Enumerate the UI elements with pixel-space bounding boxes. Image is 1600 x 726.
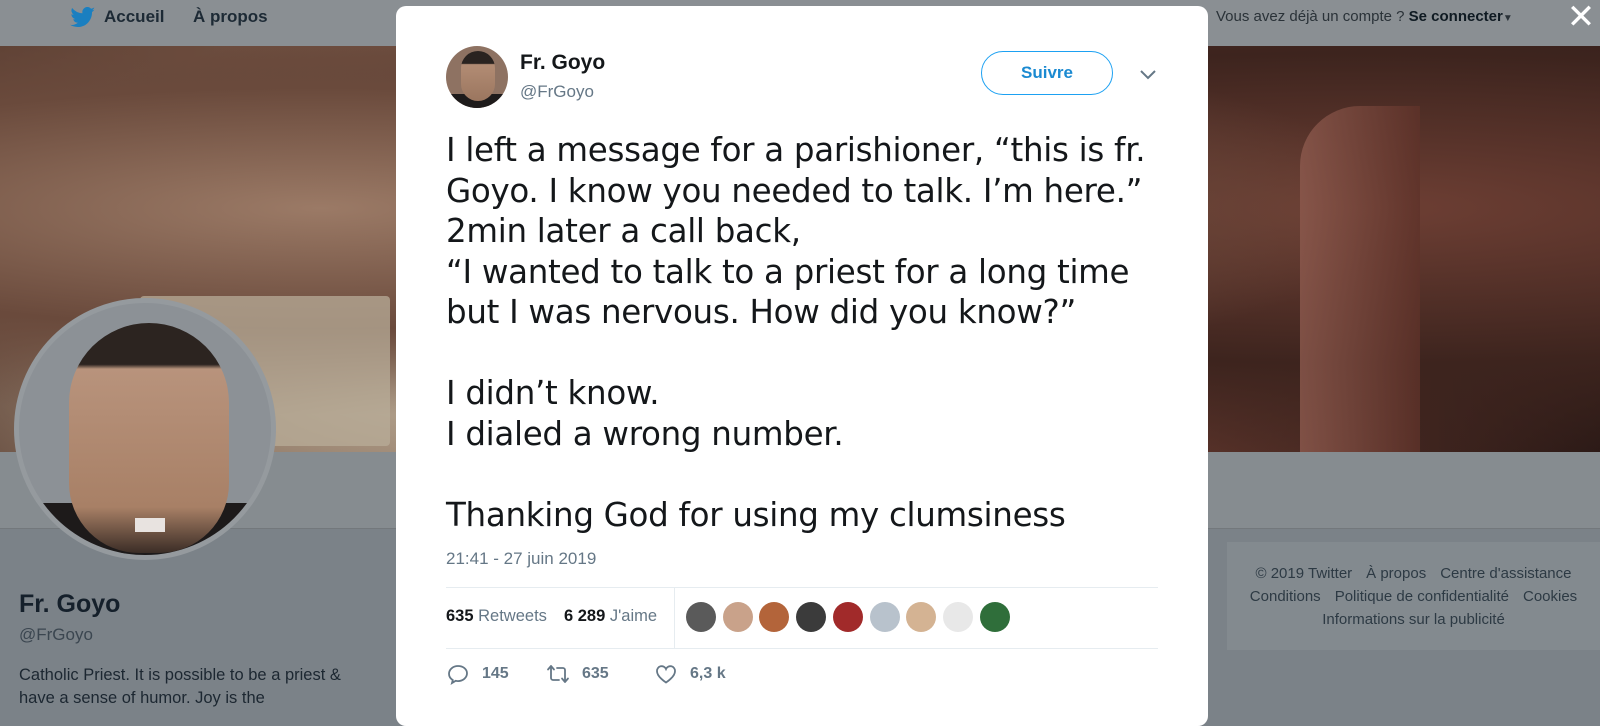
- liker-avatar[interactable]: [906, 602, 937, 632]
- reply-button[interactable]: 145: [446, 662, 509, 686]
- profile-handle: @FrGoyo: [19, 625, 93, 644]
- reply-icon: [448, 665, 468, 685]
- liker-avatar[interactable]: [722, 602, 753, 632]
- tweet-text: I left a message for a parishioner, “thi…: [446, 131, 1146, 534]
- login-prompt: Vous avez déjà un compte ? Se connecter▼: [1216, 8, 1513, 25]
- retweet-count: 635: [582, 665, 609, 682]
- nav-about-link[interactable]: À propos: [193, 0, 268, 34]
- footer-link-ads-info[interactable]: Informations sur la publicité: [1322, 611, 1505, 628]
- tweet-author-handle[interactable]: @FrGoyo: [520, 82, 594, 102]
- footer-links: © 2019 Twitter À propos Centre d'assistanc…: [1227, 562, 1600, 631]
- tweet-author-avatar[interactable]: [446, 46, 508, 108]
- liker-avatar[interactable]: [796, 602, 827, 632]
- follow-button[interactable]: Suivre: [981, 51, 1113, 95]
- tweet-timestamp[interactable]: 21:41 - 27 juin 2019: [446, 549, 596, 569]
- profile-bio: Catholic Priest. It is possible to be a …: [19, 666, 341, 707]
- retweets-label: Retweets: [478, 607, 547, 625]
- chevron-down-icon[interactable]: [1138, 64, 1158, 84]
- liker-avatar[interactable]: [759, 602, 790, 632]
- nav-home-label: Accueil: [104, 7, 165, 26]
- likes-stat[interactable]: 6 289 J'aime: [564, 607, 657, 626]
- footer-link-terms[interactable]: Conditions: [1250, 588, 1321, 605]
- retweet-icon: [547, 665, 569, 683]
- footer-copyright: © 2019 Twitter: [1255, 565, 1353, 582]
- likes-label: J'aime: [609, 607, 658, 625]
- login-prompt-text: Vous avez déjà un compte ?: [1216, 8, 1405, 25]
- tweet-author-name[interactable]: Fr. Goyo: [520, 51, 605, 75]
- close-modal-icon[interactable]: ✕: [1566, 0, 1596, 34]
- footer-link-cookies[interactable]: Cookies: [1523, 588, 1577, 605]
- retweets-count: 635: [446, 607, 474, 625]
- reply-count: 145: [482, 665, 509, 682]
- liker-avatar[interactable]: [832, 602, 863, 632]
- like-count: 6,3 k: [690, 665, 726, 682]
- likes-count: 6 289: [564, 607, 606, 625]
- footer-link-about[interactable]: À propos: [1366, 565, 1426, 582]
- twitter-bird-icon: [70, 7, 95, 27]
- footer-link-help[interactable]: Centre d'assistance: [1440, 565, 1571, 582]
- footer-link-privacy[interactable]: Politique de confidentialité: [1335, 588, 1509, 605]
- login-link[interactable]: Se connecter: [1409, 8, 1503, 25]
- retweets-stat[interactable]: 635 Retweets: [446, 607, 547, 626]
- profile-avatar[interactable]: [14, 298, 276, 560]
- caret-down-icon[interactable]: ▼: [1503, 13, 1513, 24]
- like-button[interactable]: 6,3 k: [654, 662, 726, 686]
- retweet-button[interactable]: 635: [546, 662, 609, 686]
- nav-home-link[interactable]: Accueil: [70, 0, 164, 34]
- liker-avatar[interactable]: [869, 602, 900, 632]
- tweet-actions: 145 635 6,3 k: [446, 662, 1158, 692]
- heart-icon: [656, 665, 676, 684]
- liker-avatar[interactable]: [686, 602, 716, 632]
- profile-name: Fr. Goyo: [19, 590, 121, 618]
- nav-about-label: À propos: [193, 7, 268, 26]
- liker-avatar[interactable]: [942, 602, 973, 632]
- tweet-modal: Fr. Goyo @FrGoyo Suivre I left a message…: [396, 6, 1208, 726]
- tweet-stats: 635 Retweets 6 289 J'aime: [446, 587, 1158, 649]
- liker-avatar[interactable]: [979, 602, 1010, 632]
